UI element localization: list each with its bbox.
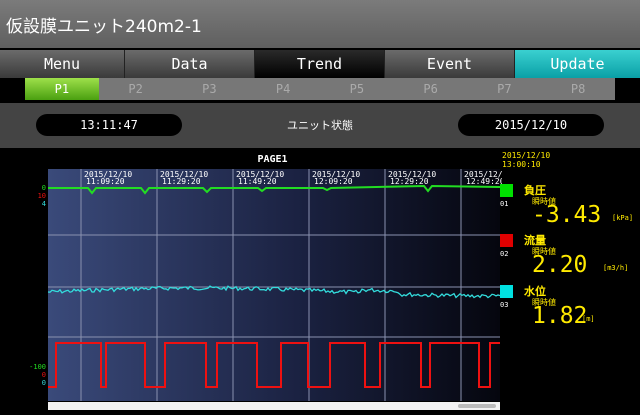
readout-value: 2.20 (532, 252, 588, 278)
chart-timestamp: 2015/12/10 13:00:10 (502, 151, 550, 169)
unit-status-label: ユニット状態 (287, 119, 353, 132)
chart-timestamp-date: 2015/12/10 (502, 151, 551, 160)
plot-area (48, 169, 500, 401)
page-tab-p3[interactable]: P3 (173, 78, 247, 100)
channel-number: 03 (500, 301, 509, 309)
tab-menu[interactable]: Menu (0, 50, 125, 78)
tick-top-red: 10 (38, 192, 46, 200)
page-tab-p8[interactable]: P8 (541, 78, 615, 100)
channel-03-swatch (500, 285, 513, 298)
time-label-time: 11:49:20 (238, 177, 277, 186)
tab-trend[interactable]: Trend (255, 50, 385, 78)
tab-data[interactable]: Data (125, 50, 255, 78)
info-bar: 13:11:47 ユニット状態 2015/12/10 (0, 103, 640, 148)
time-label-time: 12:09:20 (314, 177, 353, 186)
current-date: 2015/12/10 (458, 114, 604, 136)
update-button[interactable]: Update (515, 50, 640, 78)
readout-unit: [m] (582, 315, 595, 323)
page-tab-p1[interactable]: P1 (25, 78, 99, 100)
scrollbar-thumb[interactable] (458, 404, 496, 408)
channel-number: 02 (500, 250, 509, 258)
channel-number: 01 (500, 200, 509, 208)
page-tab-p2[interactable]: P2 (99, 78, 173, 100)
current-time: 13:11:47 (36, 114, 182, 136)
page-tab-p7[interactable]: P7 (468, 78, 542, 100)
title-bar: 仮設膜ユニット240m2-1 (0, 0, 640, 48)
time-scrollbar[interactable] (48, 402, 500, 410)
main-tabs: Menu Data Trend Event Update (0, 50, 640, 78)
time-label-time: 11:29:20 (162, 177, 201, 186)
page-tab-p5[interactable]: P5 (320, 78, 394, 100)
tab-event[interactable]: Event (385, 50, 515, 78)
page-selector: P1 P2 P3 P4 P5 P6 P7 P8 (25, 78, 615, 100)
readout-value: -3.43 (532, 202, 602, 228)
channel-02-swatch (500, 234, 513, 247)
time-label-time: 12:49:20 (466, 177, 502, 186)
page-tab-p4[interactable]: P4 (246, 78, 320, 100)
readout-unit: [m3/h] (603, 264, 629, 272)
tick-top-green: 0 (42, 184, 46, 192)
tick-bottom-red: 0 (42, 371, 46, 379)
time-label-time: 12:29:20 (390, 177, 429, 186)
tick-top-cyan: 4 (42, 200, 46, 208)
window-title: 仮設膜ユニット240m2-1 (6, 17, 202, 37)
channel-01-swatch (500, 184, 513, 197)
trend-chart: 2015/12/10 11:09:20 2015/12/10 11:29:20 … (29, 169, 502, 410)
left-axis-ticks: 0 10 4 -100 0 0 (29, 184, 46, 387)
readout-value: 1.82 (532, 303, 588, 329)
page-tab-p6[interactable]: P6 (394, 78, 468, 100)
tick-bottom-cyan: 0 (42, 379, 46, 387)
chart-timestamp-time: 13:00:10 (502, 160, 541, 169)
time-label-time: 11:09:20 (86, 177, 125, 186)
tick-bottom-green: -100 (29, 363, 46, 371)
readout-unit: [kPa] (612, 214, 634, 222)
